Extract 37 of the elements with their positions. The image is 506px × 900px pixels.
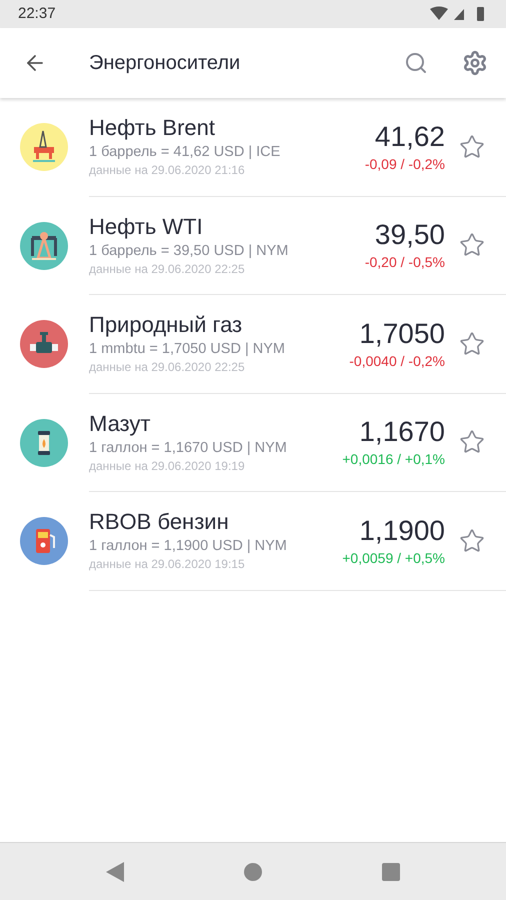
price-change: +0,0059 / +0,5% bbox=[342, 548, 445, 567]
price-change: -0,0040 / -0,2% bbox=[349, 352, 445, 370]
price-change: -0,20 / -0,5% bbox=[364, 253, 445, 272]
price: 41,62 bbox=[374, 120, 445, 153]
screen-title: Энергоносители bbox=[89, 51, 242, 76]
data-date: данные на 29.06.2020 22:25 bbox=[89, 359, 246, 376]
data-date: данные на 29.06.2020 19:15 bbox=[89, 556, 246, 572]
commodity-name: Нефть Brent bbox=[89, 115, 216, 142]
back-nav-icon[interactable] bbox=[106, 862, 124, 882]
unit-price: 1 галлон = 1,1900 USD | NYM bbox=[89, 537, 288, 556]
commodity-name: RBOB бензин bbox=[89, 509, 230, 536]
recents-nav-icon[interactable] bbox=[382, 862, 400, 880]
price: 1,7050 bbox=[359, 318, 445, 350]
commodity-name: Природный газ bbox=[89, 312, 244, 338]
price: 39,50 bbox=[374, 219, 445, 252]
data-date: данные на 29.06.2020 19:19 bbox=[89, 458, 246, 474]
unit-price: 1 баррель = 41,62 USD | ICE bbox=[89, 143, 282, 162]
unit-price: 1 баррель = 39,50 USD | NYM bbox=[89, 242, 290, 261]
unit-price: 1 mmbtu = 1,7050 USD | NYM bbox=[89, 340, 286, 360]
favorite-star-button[interactable] bbox=[459, 330, 485, 357]
price: 1,1900 bbox=[359, 514, 445, 547]
search-button[interactable] bbox=[404, 51, 428, 75]
favorite-star-button[interactable] bbox=[459, 429, 485, 456]
favorite-star-button[interactable] bbox=[459, 134, 485, 160]
home-nav-icon[interactable] bbox=[244, 862, 262, 880]
favorite-star-button[interactable] bbox=[459, 232, 485, 258]
data-date: данные на 29.06.2020 22:25 bbox=[89, 260, 246, 277]
settings-button[interactable] bbox=[462, 50, 488, 76]
price: 1,1670 bbox=[359, 416, 445, 448]
price-change: +0,0016 / +0,1% bbox=[342, 450, 445, 468]
data-date: данные на 29.06.2020 21:16 bbox=[89, 162, 246, 178]
commodity-name: Нефть WTI bbox=[89, 214, 204, 240]
favorite-star-button[interactable] bbox=[459, 528, 485, 554]
status-time: 22:37 bbox=[18, 4, 56, 24]
unit-price: 1 галлон = 1,1670 USD | NYM bbox=[89, 438, 288, 458]
price-change: -0,09 / -0,2% bbox=[364, 154, 445, 173]
commodity-name: Мазут bbox=[89, 410, 152, 437]
